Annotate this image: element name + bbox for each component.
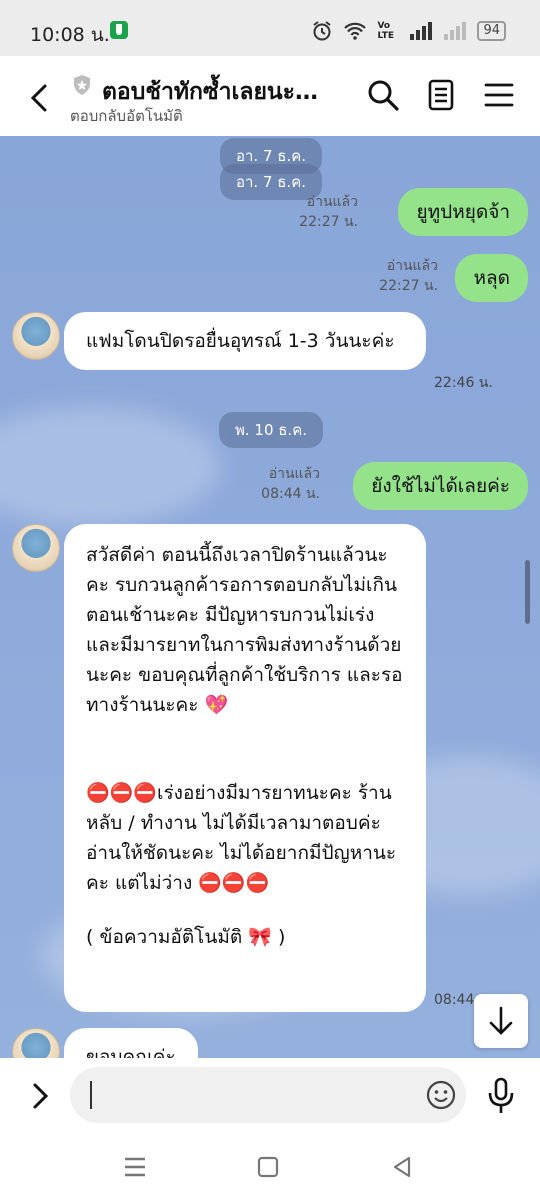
contact-avatar[interactable]	[12, 1028, 60, 1058]
message-meta: อ่านแล้ว 08:44 น.	[261, 464, 320, 504]
contact-avatar[interactable]	[12, 312, 60, 360]
volte-label: Vo LTE	[377, 21, 394, 41]
read-receipt: อ่านแล้ว	[268, 466, 320, 482]
back-nav-icon[interactable]	[390, 1155, 414, 1179]
auto-reply-footer: ( ข้อความอัติโนมัติ 🎀 )	[86, 926, 286, 948]
status-time: 10:08 น.	[30, 24, 110, 46]
auto-reply-bubble[interactable]: สวัสดีค่า ตอนนี้ถึงเวลาปิดร้านแล้วนะคะ ร…	[64, 524, 426, 1012]
notes-icon[interactable]	[424, 78, 458, 112]
message-time: 22:46 น.	[434, 375, 493, 391]
auto-reply-paragraph: สวัสดีค่า ตอนนี้ถึงเวลาปิดร้านแล้วนะคะ ร…	[86, 544, 403, 716]
message-bubble-outgoing[interactable]: ยูทูปหยุดจ้า	[398, 188, 528, 236]
official-shield-icon	[74, 75, 90, 95]
status-bar: 10:08 น. Vo LTE 94	[0, 0, 540, 56]
message-time: 22:27 น.	[379, 278, 438, 294]
chat-area[interactable]: อา. 7 ธ.ค. อา. 7 ธ.ค. อ่านแล้ว 22:27 น. …	[0, 136, 540, 1058]
microphone-icon[interactable]	[486, 1077, 516, 1115]
wifi-icon	[344, 22, 367, 40]
message-time: 08:44 น.	[261, 486, 320, 502]
message-meta: อ่านแล้ว 22:27 น.	[299, 192, 358, 232]
expand-chevron-icon[interactable]	[26, 1080, 54, 1112]
status-icons: Vo LTE 94	[311, 20, 506, 42]
menu-icon[interactable]	[482, 78, 516, 112]
read-receipt: อ่านแล้ว	[386, 258, 438, 274]
read-receipt: อ่านแล้ว	[306, 194, 358, 210]
message-time: 22:27 น.	[299, 214, 358, 230]
system-navigation-bar	[0, 1134, 540, 1200]
message-bubble-incoming[interactable]: ขอบคุณค่ะ	[64, 1028, 198, 1058]
date-separator: พ. 10 ธ.ค.	[219, 412, 324, 448]
auto-reply-warning: ⛔⛔⛔เร่งอย่างมีมารยาทนะคะ ร้านหลับ / ทำงา…	[86, 782, 397, 894]
emoji-icon[interactable]	[426, 1080, 456, 1110]
recent-apps-icon[interactable]	[122, 1156, 148, 1178]
back-arrow-icon[interactable]	[24, 78, 54, 118]
message-time: 08:44	[434, 992, 475, 1008]
scrollbar-thumb[interactable]	[525, 560, 530, 624]
contact-avatar[interactable]	[12, 524, 60, 572]
message-input-bar	[0, 1058, 540, 1134]
text-caret	[90, 1081, 92, 1109]
message-meta: อ่านแล้ว 22:27 น.	[379, 256, 438, 296]
alarm-icon	[313, 21, 332, 41]
message-bubble-outgoing[interactable]: หลุด	[455, 254, 528, 302]
signal-icon	[410, 22, 433, 40]
chat-header: ตอบช้าทักซ้ำเลยนะ… ตอบกลับอัตโนมัติ	[0, 56, 540, 136]
chat-subtitle: ตอบกลับอัตโนมัติ	[70, 107, 183, 125]
security-shield-icon	[110, 21, 128, 39]
message-bubble-outgoing[interactable]: ยังใช้ไม่ได้เลยค่ะ	[353, 462, 528, 510]
scroll-to-bottom-button[interactable]	[474, 994, 528, 1048]
message-bubble-incoming[interactable]: แฟมโดนปิดรอยื่นอุทรณ์ 1-3 วันนะค่ะ	[64, 312, 426, 370]
search-icon[interactable]	[366, 78, 400, 112]
home-icon[interactable]	[257, 1156, 279, 1178]
background-cloud	[0, 406, 220, 526]
message-input[interactable]	[70, 1067, 466, 1123]
battery-indicator: 94	[477, 21, 506, 41]
signal-2-icon	[444, 22, 467, 40]
arrow-down-icon	[489, 1006, 513, 1035]
